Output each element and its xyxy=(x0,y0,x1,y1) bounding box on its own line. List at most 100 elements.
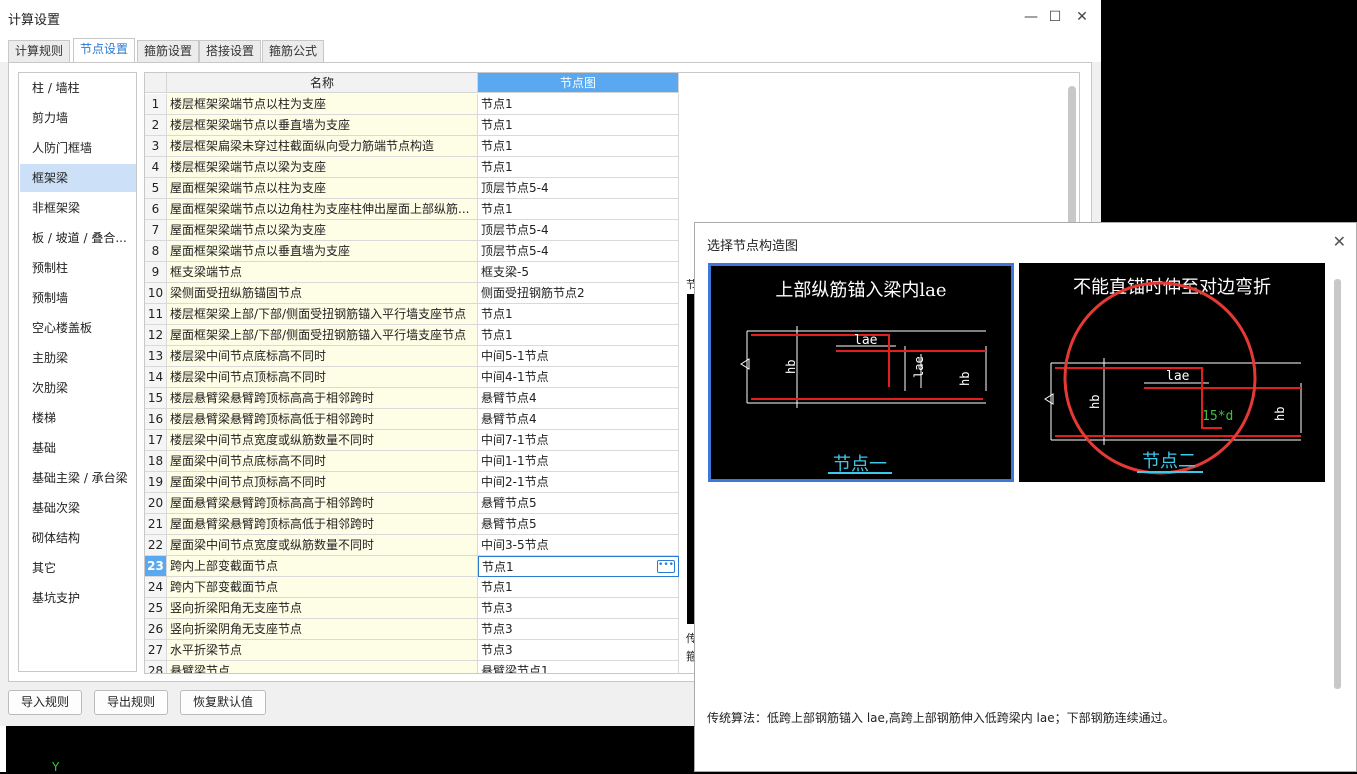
sidebar-item[interactable]: 楼梯 xyxy=(20,404,136,432)
row-node-value[interactable]: 侧面受扭钢筋节点2 xyxy=(478,283,679,304)
row-node-value[interactable]: 节点1 xyxy=(478,199,679,220)
sidebar-item[interactable]: 柱 / 墙柱 xyxy=(20,74,136,102)
table-row[interactable]: 22 屋面梁中间节点宽度或纵筋数量不同时 中间3-5节点 xyxy=(145,535,679,556)
table-row[interactable]: 28 悬臂梁节点 悬臂梁节点1 xyxy=(145,661,679,673)
row-node-value[interactable]: 顶层节点5-4 xyxy=(478,178,679,199)
sidebar-item[interactable]: 剪力墙 xyxy=(20,104,136,132)
highlight-circle xyxy=(1063,281,1257,475)
row-node-value[interactable]: 中间2-1节点 xyxy=(478,472,679,493)
table-row[interactable]: 9 框支梁端节点 框支梁-5 xyxy=(145,262,679,283)
table-row[interactable]: 7 屋面框架梁端节点以梁为支座 顶层节点5-4 xyxy=(145,220,679,241)
table-row[interactable]: 8 屋面框架梁端节点以垂直墙为支座 顶层节点5-4 xyxy=(145,241,679,262)
table-row[interactable]: 2 楼层框架梁端节点以垂直墙为支座 节点1 xyxy=(145,115,679,136)
table-row[interactable]: 11 楼层框架梁上部/下部/侧面受扭钢筋锚入平行墙支座节点 节点1 xyxy=(145,304,679,325)
tab-lap-settings[interactable]: 搭接设置 xyxy=(199,40,262,62)
row-node-value[interactable]: 悬臂节点5 xyxy=(478,493,679,514)
export-rules-button[interactable]: 导出规则 xyxy=(94,690,169,715)
table-row[interactable]: 18 屋面梁中间节点底标高不同时 中间1-1节点 xyxy=(145,451,679,472)
row-node-value[interactable]: 悬臂梁节点1 xyxy=(478,661,679,673)
sidebar-item[interactable]: 次肋梁 xyxy=(20,374,136,402)
sidebar-item[interactable]: 板 / 坡道 / 叠合... xyxy=(20,224,136,252)
row-node-value[interactable]: 节点1 xyxy=(478,577,679,598)
table-row[interactable]: 19 屋面梁中间节点顶标高不同时 中间2-1节点 xyxy=(145,472,679,493)
table-row[interactable]: 12 屋面框架梁上部/下部/侧面受扭钢筋锚入平行墙支座节点 节点1 xyxy=(145,325,679,346)
table-row[interactable]: 16 楼层悬臂梁悬臂跨顶标高低于相邻跨时 悬臂节点4 xyxy=(145,409,679,430)
row-node-value[interactable]: 中间5-1节点 xyxy=(478,346,679,367)
sidebar-item[interactable]: 基础主梁 / 承台梁 xyxy=(20,464,136,492)
row-node-value[interactable]: 节点1 xyxy=(478,157,679,178)
row-node-value[interactable]: 悬臂节点4 xyxy=(478,409,679,430)
table-row[interactable]: 23 跨内上部变截面节点 节点1 ••• xyxy=(145,556,679,577)
column-header-node[interactable]: 节点图 xyxy=(478,73,679,93)
tab-node-settings[interactable]: 节点设置 xyxy=(73,38,136,62)
dialog-scrollbar[interactable] xyxy=(1334,279,1341,689)
restore-default-button[interactable]: 恢复默认值 xyxy=(180,690,267,715)
node-option-2[interactable]: 不能直锚时伸至对边弯折 lae hb 15*d hb 节点二 xyxy=(1019,263,1325,482)
row-node-value[interactable]: 节点1 xyxy=(478,325,679,346)
table-row[interactable]: 20 屋面悬臂梁悬臂跨顶标高高于相邻跨时 悬臂节点5 xyxy=(145,493,679,514)
column-header-name[interactable]: 名称 xyxy=(167,73,478,93)
maximize-icon[interactable]: ☐ xyxy=(1044,6,1066,28)
table-row[interactable]: 25 竖向折梁阳角无支座节点 节点3 xyxy=(145,598,679,619)
row-node-value[interactable]: 悬臂节点5 xyxy=(478,514,679,535)
tab-bar: 计算规则 节点设置 箍筋设置 搭接设置 箍筋公式 xyxy=(0,34,1101,62)
tab-stirrup-formula[interactable]: 箍筋公式 xyxy=(262,40,325,62)
table-row[interactable]: 6 屋面框架梁端节点以边角柱为支座柱伸出屋面上部纵筋... 节点1 xyxy=(145,199,679,220)
sidebar-item[interactable]: 砌体结构 xyxy=(20,524,136,552)
table-row[interactable]: 10 梁侧面受扭纵筋锚固节点 侧面受扭钢筋节点2 xyxy=(145,283,679,304)
table-row[interactable]: 21 屋面悬臂梁悬臂跨顶标高低于相邻跨时 悬臂节点5 xyxy=(145,514,679,535)
row-node-value[interactable]: 节点3 xyxy=(478,619,679,640)
table-row[interactable]: 15 楼层悬臂梁悬臂跨顶标高高于相邻跨时 悬臂节点4 xyxy=(145,388,679,409)
sidebar-item[interactable]: 非框架梁 xyxy=(20,194,136,222)
sidebar-item[interactable]: 预制墙 xyxy=(20,284,136,312)
row-node-value[interactable]: 框支梁-5 xyxy=(478,262,679,283)
sidebar-item[interactable]: 预制柱 xyxy=(20,254,136,282)
sidebar-item[interactable]: 空心楼盖板 xyxy=(20,314,136,342)
table-row[interactable]: 14 楼层梁中间节点顶标高不同时 中间4-1节点 xyxy=(145,367,679,388)
close-icon[interactable]: ✕ xyxy=(1333,232,1346,251)
row-name: 跨内上部变截面节点 xyxy=(167,556,478,577)
row-node-value[interactable]: 节点1 xyxy=(478,304,679,325)
sidebar-item[interactable]: 其它 xyxy=(20,554,136,582)
table-row[interactable]: 1 楼层框架梁端节点以柱为支座 节点1 xyxy=(145,94,679,115)
row-node-value[interactable]: 悬臂节点4 xyxy=(478,388,679,409)
grid-scrollbar[interactable] xyxy=(1068,86,1076,226)
row-node-value[interactable]: 节点1 xyxy=(478,136,679,157)
node-option-1[interactable]: 上部纵筋锚入梁内lae lae hb lae hb 节点一 xyxy=(708,263,1014,482)
minimize-icon[interactable]: — xyxy=(1020,6,1042,28)
browse-node-button[interactable]: ••• xyxy=(657,560,675,573)
table-row[interactable]: 27 水平折梁节点 节点3 xyxy=(145,640,679,661)
tab-calc-rules[interactable]: 计算规则 xyxy=(8,40,71,62)
table-row[interactable]: 13 楼层梁中间节点底标高不同时 中间5-1节点 xyxy=(145,346,679,367)
sidebar-item[interactable]: 基础 xyxy=(20,434,136,462)
sidebar-item[interactable]: 框架梁 xyxy=(20,164,136,192)
sidebar-item[interactable]: 基坑支护 xyxy=(20,584,136,612)
table-row[interactable]: 17 楼层梁中间节点宽度或纵筋数量不同时 中间7-1节点 xyxy=(145,430,679,451)
row-node-value[interactable]: 中间7-1节点 xyxy=(478,430,679,451)
row-node-value[interactable]: 中间3-5节点 xyxy=(478,535,679,556)
table-row[interactable]: 3 楼层框架扁梁未穿过柱截面纵向受力筋端节点构造 节点1 xyxy=(145,136,679,157)
row-number: 17 xyxy=(145,430,167,451)
table-row[interactable]: 4 楼层框架梁端节点以梁为支座 节点1 xyxy=(145,157,679,178)
sidebar-item[interactable]: 基础次梁 xyxy=(20,494,136,522)
sidebar-item[interactable]: 人防门框墙 xyxy=(20,134,136,162)
table-row[interactable]: 24 跨内下部变截面节点 节点1 xyxy=(145,577,679,598)
row-node-value[interactable]: 中间1-1节点 xyxy=(478,451,679,472)
import-rules-button[interactable]: 导入规则 xyxy=(8,690,83,715)
close-icon[interactable]: ✕ xyxy=(1071,6,1093,28)
node-option-2-label: 节点二 xyxy=(1142,451,1196,472)
row-node-value[interactable]: 节点3 xyxy=(478,640,679,661)
row-node-value[interactable]: 中间4-1节点 xyxy=(478,367,679,388)
row-node-value[interactable]: 顶层节点5-4 xyxy=(478,241,679,262)
sidebar-item[interactable]: 主肋梁 xyxy=(20,344,136,372)
tab-stirrup-settings[interactable]: 箍筋设置 xyxy=(137,40,200,62)
row-node-value[interactable]: 节点3 xyxy=(478,598,679,619)
row-node-value[interactable]: 节点1 xyxy=(478,115,679,136)
row-name: 楼层梁中间节点底标高不同时 xyxy=(167,346,478,367)
row-number: 23 xyxy=(145,556,167,577)
table-row[interactable]: 5 屋面框架梁端节点以柱为支座 顶层节点5-4 xyxy=(145,178,679,199)
table-row[interactable]: 26 竖向折梁阴角无支座节点 节点3 xyxy=(145,619,679,640)
row-node-value[interactable]: 节点1 xyxy=(478,94,679,115)
row-node-value[interactable]: 节点1 ••• xyxy=(478,556,679,577)
row-node-value[interactable]: 顶层节点5-4 xyxy=(478,220,679,241)
